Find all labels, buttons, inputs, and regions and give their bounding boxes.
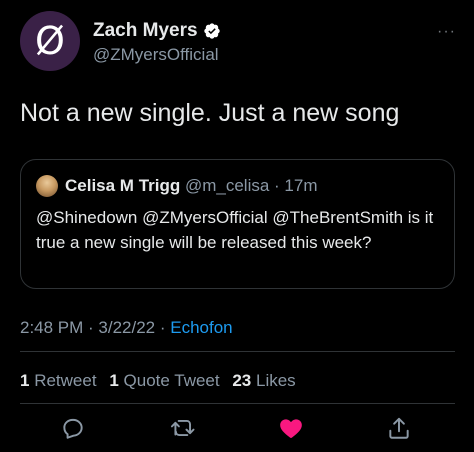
likes-count: 23 (232, 371, 252, 390)
retweets-count: 1 (20, 371, 30, 390)
quoted-author-name: Celisa M Trigg (65, 176, 181, 195)
source-link[interactable]: Echofon (170, 318, 232, 337)
quoted-author-meta: @m_celisa · 17m (184, 176, 318, 195)
divider (20, 403, 455, 404)
quoted-author-avatar (36, 175, 58, 197)
verified-badge-icon (203, 23, 220, 39)
author-name-row[interactable]: Zach Myers (93, 20, 221, 42)
author-avatar[interactable]: Ø (20, 11, 80, 71)
reply-icon[interactable] (60, 415, 86, 441)
tweet-header: Ø Zach Myers @ZMyersOfficial ··· (20, 11, 460, 75)
retweet-icon[interactable] (170, 415, 196, 441)
author-handle[interactable]: @ZMyersOfficial (93, 45, 219, 65)
tweet-timestamp: 2:48 PM · 3/22/22 · Echofon (20, 318, 233, 338)
action-bar (20, 415, 455, 445)
author-name[interactable]: Zach Myers (93, 20, 198, 42)
more-options-icon[interactable]: ··· (437, 23, 456, 41)
likes-stat[interactable]: 23 Likes (232, 371, 295, 390)
tweet-text: Not a new single. Just a new song (20, 99, 400, 127)
timestamp-date[interactable]: 2:48 PM · 3/22/22 · (20, 318, 170, 337)
heart-icon[interactable] (278, 415, 304, 441)
divider (20, 351, 455, 352)
quotes-count: 1 (109, 371, 119, 390)
share-icon[interactable] (386, 415, 412, 441)
retweets-label: Retweet (34, 371, 97, 390)
avatar-glyph: Ø (35, 19, 65, 63)
quotes-label: Quote Tweet (123, 371, 220, 390)
engagement-stats: 1 Retweet 1 Quote Tweet 23 Likes (20, 371, 296, 391)
quoted-tweet[interactable]: Celisa M Trigg @m_celisa · 17m @Shinedow… (20, 159, 455, 289)
likes-label: Likes (256, 371, 296, 390)
quotes-stat[interactable]: 1 Quote Tweet (109, 371, 219, 390)
quoted-header: Celisa M Trigg @m_celisa · 17m (65, 176, 318, 196)
quoted-tweet-text: @Shinedown @ZMyersOfficial @TheBrentSmit… (36, 208, 434, 252)
retweets-stat[interactable]: 1 Retweet (20, 371, 97, 390)
